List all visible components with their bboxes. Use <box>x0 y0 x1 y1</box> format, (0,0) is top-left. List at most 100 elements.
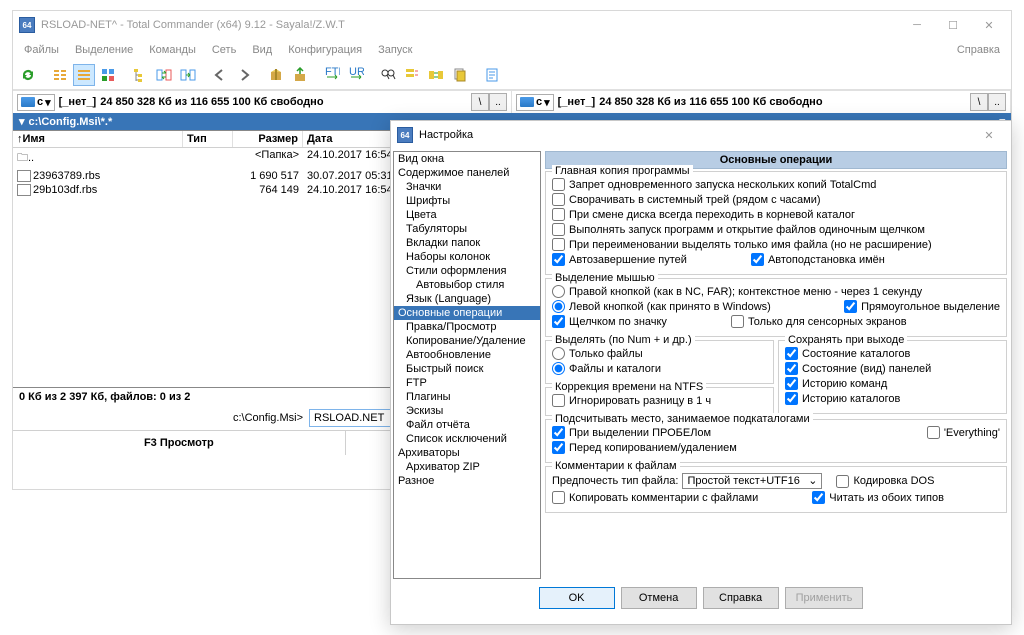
parent-button[interactable]: .. <box>988 93 1006 111</box>
ftp-connect-icon[interactable]: FTP <box>321 64 343 86</box>
tree-item[interactable]: Язык (Language) <box>394 292 540 306</box>
target-equals-source-icon[interactable] <box>177 64 199 86</box>
menu-net[interactable]: Сеть <box>205 41 243 59</box>
rad-files-only[interactable]: Только файлы <box>552 347 767 360</box>
tree-item[interactable]: Содержимое панелей <box>394 166 540 180</box>
tree-item[interactable]: Основные операции <box>394 306 540 320</box>
drive-label-left: [_нет_] <box>59 96 97 108</box>
close-icon[interactable]: ✕ <box>971 123 1007 147</box>
tree-item[interactable]: Архиваторы <box>394 446 540 460</box>
notepad-icon[interactable] <box>481 64 503 86</box>
tree-item[interactable]: Шрифты <box>394 194 540 208</box>
tree-item[interactable]: Автообновление <box>394 348 540 362</box>
help-button[interactable]: Справка <box>703 587 779 609</box>
tree-item[interactable]: Табуляторы <box>394 222 540 236</box>
chk-touch-only[interactable]: Только для сенсорных экранов <box>731 315 907 328</box>
f3-view[interactable]: F3 Просмотр <box>13 431 346 455</box>
command-path: c:\Config.Msi> <box>17 412 307 424</box>
chk-autocomplete-paths[interactable]: Автозавершение путей <box>552 253 687 266</box>
chk-ignore-1h[interactable]: Игнорировать разницу в 1 ч <box>552 394 767 407</box>
cancel-button[interactable]: Отмена <box>621 587 697 609</box>
chk-rename-name-only[interactable]: При переименовании выделять только имя ф… <box>552 238 1000 251</box>
drive-button-right[interactable]: c▾ <box>516 94 554 111</box>
close-button[interactable]: ✕ <box>971 13 1007 37</box>
tree-item[interactable]: Архиватор ZIP <box>394 460 540 474</box>
minimize-button[interactable]: ─ <box>899 13 935 37</box>
chk-copy-comments[interactable]: Копировать комментарии с файлами <box>552 491 758 504</box>
chk-root-on-drive-change[interactable]: При смене диска всегда переходить в корн… <box>552 208 1000 221</box>
select-comment-type[interactable]: Простой текст+UTF16 <box>682 473 822 489</box>
col-size[interactable]: Размер <box>233 131 303 147</box>
menu-commands[interactable]: Команды <box>142 41 203 59</box>
chk-before-copy[interactable]: Перед копированием/удалением <box>552 441 1000 454</box>
menu-view[interactable]: Вид <box>245 41 279 59</box>
chk-read-both[interactable]: Читать из обоих типов <box>812 491 944 504</box>
chk-single-instance[interactable]: Запрет одновременного запуска нескольких… <box>552 178 1000 191</box>
search-icon[interactable] <box>377 64 399 86</box>
view-thumbs-icon[interactable] <box>97 64 119 86</box>
tree-item[interactable]: Вид окна <box>394 152 540 166</box>
tree-item[interactable]: Вкладки папок <box>394 236 540 250</box>
tree-item[interactable]: Копирование/Удаление <box>394 334 540 348</box>
multirename-icon[interactable] <box>401 64 423 86</box>
app-icon: 64 <box>397 127 413 143</box>
tree-item[interactable]: Наборы колонок <box>394 250 540 264</box>
tree-item[interactable]: Значки <box>394 180 540 194</box>
rad-left-button[interactable]: Левой кнопкой (как принято в Windows) <box>552 300 771 313</box>
tree-item[interactable]: Правка/Просмотр <box>394 320 540 334</box>
chk-autosuggest-names[interactable]: Автоподстановка имён <box>751 253 885 266</box>
menu-files[interactable]: Файлы <box>17 41 66 59</box>
tree-item[interactable]: Эскизы <box>394 404 540 418</box>
view-full-icon[interactable] <box>73 64 95 86</box>
apply-button[interactable]: Применить <box>785 587 864 609</box>
tree-item[interactable]: Файл отчёта <box>394 418 540 432</box>
menu-config[interactable]: Конфигурация <box>281 41 369 59</box>
back-icon[interactable] <box>209 64 231 86</box>
tree-item[interactable]: Цвета <box>394 208 540 222</box>
tree-item[interactable]: Стили оформления <box>394 264 540 278</box>
maximize-button[interactable]: ☐ <box>935 13 971 37</box>
pack-icon[interactable] <box>265 64 287 86</box>
menu-selection[interactable]: Выделение <box>68 41 140 59</box>
menu-launch[interactable]: Запуск <box>371 41 419 59</box>
rad-right-button[interactable]: Правой кнопкой (как в NC, FAR); контекст… <box>552 285 1000 298</box>
col-name[interactable]: ↑Имя <box>13 131 183 147</box>
chk-click-icon[interactable]: Щелчком по значку <box>552 315 667 328</box>
chk-on-space[interactable]: При выделении ПРОБЕЛом <box>552 426 711 439</box>
chk-rect-selection[interactable]: Прямоугольное выделение <box>844 300 1000 313</box>
chk-dos-encoding[interactable]: Кодировка DOS <box>836 475 934 488</box>
root-button[interactable]: \ <box>471 93 489 111</box>
chk-save-cmd-history[interactable]: Историю команд <box>785 377 1000 390</box>
ok-button[interactable]: OK <box>539 587 615 609</box>
drive-free-right: 24 850 328 Кб из 116 655 100 Кб свободно <box>599 96 822 108</box>
parent-button[interactable]: .. <box>489 93 507 111</box>
chk-single-click-open[interactable]: Выполнять запуск программ и открытие фай… <box>552 223 1000 236</box>
ftp-url-icon[interactable]: URL <box>345 64 367 86</box>
chk-tray[interactable]: Сворачивать в системный трей (рядом с ча… <box>552 193 1000 206</box>
root-button[interactable]: \ <box>970 93 988 111</box>
copy-names-icon[interactable] <box>449 64 471 86</box>
tree-item[interactable]: Разное <box>394 474 540 488</box>
settings-tree[interactable]: Вид окнаСодержимое панелейЗначкиШрифтыЦв… <box>393 151 541 579</box>
tree-item[interactable]: Список исключений <box>394 432 540 446</box>
tree-item[interactable]: FTP <box>394 376 540 390</box>
forward-icon[interactable] <box>233 64 255 86</box>
menu-help[interactable]: Справка <box>950 41 1007 59</box>
tree-icon[interactable] <box>129 64 151 86</box>
unpack-icon[interactable] <box>289 64 311 86</box>
tree-item[interactable]: Плагины <box>394 390 540 404</box>
chk-save-dirs[interactable]: Состояние каталогов <box>785 347 1000 360</box>
view-brief-icon[interactable] <box>49 64 71 86</box>
tree-item[interactable]: Быстрый поиск <box>394 362 540 376</box>
refresh-icon[interactable] <box>17 64 39 86</box>
chk-save-panels[interactable]: Состояние (вид) панелей <box>785 362 1000 375</box>
chk-everything[interactable]: 'Everything' <box>927 426 1000 439</box>
col-type[interactable]: Тип <box>183 131 233 147</box>
settings-dialog: 64 Настройка ✕ Вид окнаСодержимое панеле… <box>390 120 1012 625</box>
tree-item[interactable]: Автовыбор стиля <box>394 278 540 292</box>
sync-dirs-icon[interactable] <box>425 64 447 86</box>
rad-files-and-dirs[interactable]: Файлы и каталоги <box>552 362 767 375</box>
chk-save-dir-history[interactable]: Историю каталогов <box>785 392 1000 405</box>
drive-button-left[interactable]: c▾ <box>17 94 55 111</box>
swap-panels-icon[interactable] <box>153 64 175 86</box>
